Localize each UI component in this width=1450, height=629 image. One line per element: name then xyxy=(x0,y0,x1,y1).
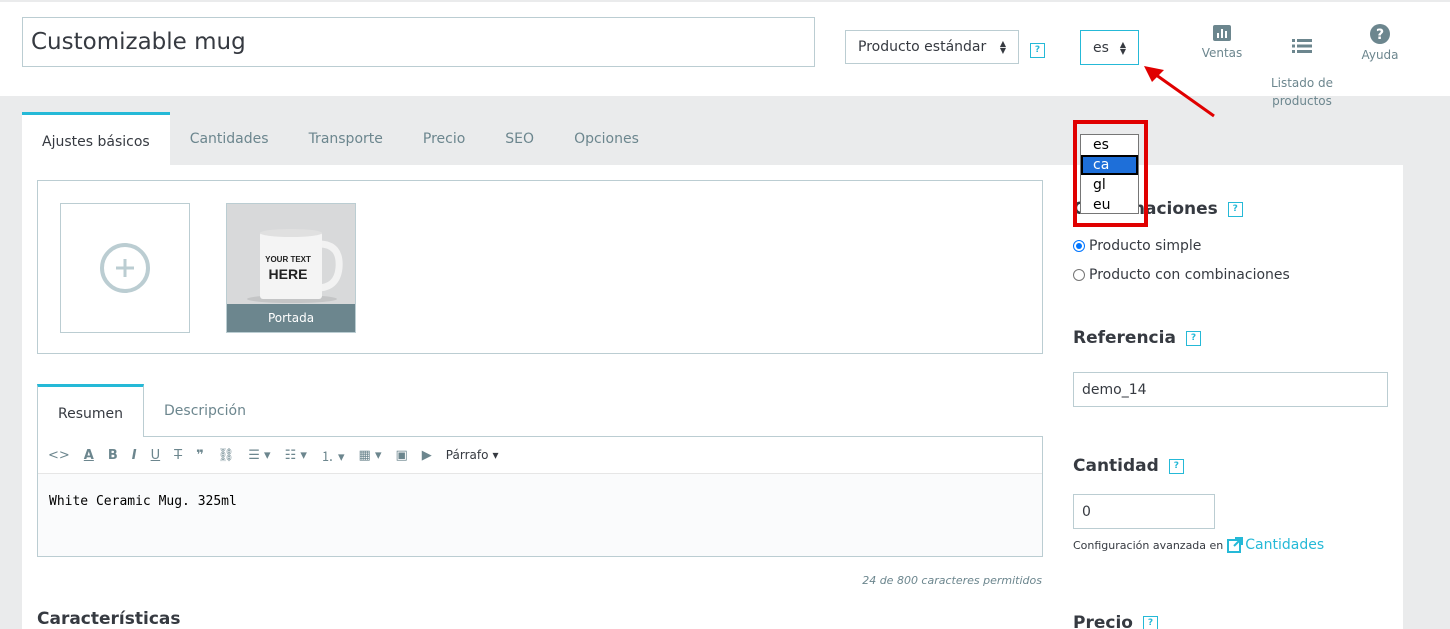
product-type-select[interactable]: Producto estándar ▲ ▼ xyxy=(845,30,1019,64)
quote-icon[interactable]: ❞ xyxy=(196,448,204,463)
help-link[interactable]: ? Ayuda xyxy=(1356,24,1404,64)
underline-icon[interactable]: U xyxy=(151,448,161,463)
bar-chart-icon xyxy=(1213,25,1231,41)
product-name-input[interactable]: Customizable mug xyxy=(22,17,815,67)
code-view-icon[interactable]: <> xyxy=(48,448,70,463)
external-link-icon xyxy=(1227,537,1244,553)
red-arrow-annotation xyxy=(1144,66,1215,118)
product-type-value: Producto estándar xyxy=(858,39,987,55)
help-icon[interactable]: ? xyxy=(1030,43,1045,58)
image-icon[interactable]: ▣ xyxy=(396,448,408,463)
help-icon[interactable]: ? xyxy=(1227,201,1243,217)
product-tabs: Ajustes básicos Cantidades Transporte Pr… xyxy=(22,112,659,165)
help-label: Ayuda xyxy=(1361,48,1399,62)
header: Customizable mug Producto estándar ▲ ▼ ? … xyxy=(0,0,1450,108)
help-icon[interactable]: ? xyxy=(1185,330,1201,346)
help-icon[interactable]: ? xyxy=(1168,458,1184,474)
bullet-list-icon[interactable]: ☷ ▾ xyxy=(285,448,307,463)
quantity-input[interactable]: 0 xyxy=(1073,494,1215,529)
reference-input[interactable]: demo_14 xyxy=(1073,372,1388,407)
editor-content[interactable]: White Ceramic Mug. 325ml xyxy=(38,474,1042,556)
add-image-button[interactable] xyxy=(60,203,190,333)
reference-title: Referencia ? xyxy=(1073,328,1201,348)
language-value: es xyxy=(1093,39,1109,56)
rich-text-editor: <> A B I U T ❞ ⛓ ☰ ▾ ☷ ▾ ⒈ ▾ ▦ ▾ ▣ ▶ Pár… xyxy=(37,436,1043,557)
link-icon[interactable]: ⛓ xyxy=(218,448,235,463)
italic-icon[interactable]: I xyxy=(132,448,137,463)
tab-seo[interactable]: SEO xyxy=(485,112,554,165)
cover-label: Portada xyxy=(227,304,355,332)
mug-text: YOUR TEXT HERE xyxy=(265,255,311,282)
bold-icon[interactable]: B xyxy=(108,448,118,463)
paragraph-format-dropdown[interactable]: Párrafo ▾ xyxy=(446,448,499,462)
simple-product-option[interactable]: Producto simple xyxy=(1073,238,1201,254)
cover-image-thumbnail[interactable]: YOUR TEXT HERE Portada xyxy=(226,203,356,333)
description-tabs: Resumen Descripción xyxy=(37,384,266,437)
list-icon xyxy=(1292,39,1312,53)
char-count: 24 de 800 caracteres permitidos xyxy=(862,574,1042,587)
tab-description[interactable]: Descripción xyxy=(144,384,266,437)
help-icon[interactable]: ? xyxy=(1142,615,1158,629)
tab-quantities[interactable]: Cantidades xyxy=(170,112,289,165)
quantities-link[interactable]: Cantidades xyxy=(1227,537,1324,553)
advanced-config: Configuración avanzada en Cantidades xyxy=(1073,537,1325,553)
product-list-label: Listado de productos xyxy=(1270,76,1334,108)
question-circle-icon: ? xyxy=(1370,24,1390,44)
video-icon[interactable]: ▶ xyxy=(422,448,432,463)
editor-toolbar: <> A B I U T ❞ ⛓ ☰ ▾ ☷ ▾ ⒈ ▾ ▦ ▾ ▣ ▶ Pár… xyxy=(38,437,1042,474)
highlight-box xyxy=(1073,120,1148,227)
select-arrows-icon: ▲ ▼ xyxy=(999,39,1006,55)
tab-options[interactable]: Opciones xyxy=(554,112,659,165)
language-select[interactable]: es ▲ ▼ xyxy=(1080,30,1139,65)
price-title: Precio ? xyxy=(1073,613,1158,629)
svg-text:?: ? xyxy=(1376,27,1384,43)
radio-button[interactable] xyxy=(1073,240,1085,252)
combinations-product-option[interactable]: Producto con combinaciones xyxy=(1073,267,1290,283)
tab-shipping[interactable]: Transporte xyxy=(289,112,403,165)
numbered-list-icon[interactable]: ⒈ ▾ xyxy=(321,446,345,465)
strikethrough-icon[interactable]: T xyxy=(174,448,182,463)
features-title: Características xyxy=(37,609,181,629)
product-list-link[interactable]: Listado de productos xyxy=(1266,20,1338,110)
radio-button[interactable] xyxy=(1073,269,1085,281)
tab-summary[interactable]: Resumen xyxy=(37,384,145,437)
table-icon[interactable]: ▦ ▾ xyxy=(359,448,382,463)
sales-link[interactable]: Ventas xyxy=(1196,24,1248,62)
image-dropzone: YOUR TEXT HERE Portada xyxy=(37,180,1043,354)
select-arrows-icon: ▲ ▼ xyxy=(1119,40,1126,56)
text-color-icon[interactable]: A xyxy=(84,448,94,463)
tab-pricing[interactable]: Precio xyxy=(403,112,485,165)
quantity-title: Cantidad ? xyxy=(1073,456,1184,476)
tab-basic-settings[interactable]: Ajustes básicos xyxy=(22,112,170,165)
align-icon[interactable]: ☰ ▾ xyxy=(248,448,270,463)
sales-label: Ventas xyxy=(1201,46,1243,60)
plus-circle-icon xyxy=(100,243,150,293)
